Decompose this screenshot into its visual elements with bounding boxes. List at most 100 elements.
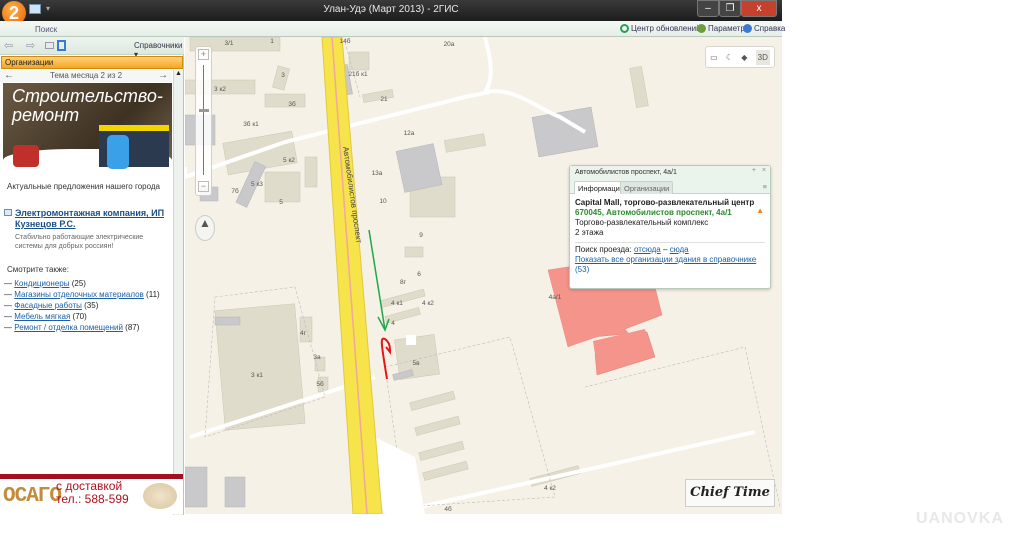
map-label: 10: [379, 198, 387, 205]
left-toolbar: ⇦ ⇨ Справочники ▾: [0, 37, 184, 59]
theme-of-month-nav: ← Тема месяца 2 из 2 →: [0, 70, 172, 82]
delivery-text: с доставкой тел.: 588-599: [56, 480, 129, 506]
organizations-header[interactable]: Организации: [1, 56, 183, 69]
list-item: — Кондиционеры (25): [4, 279, 86, 288]
title-bar: Улан-Удэ (Март 2013) - 2ГИС ▾ – ❐ x: [0, 0, 782, 21]
tab-organizations[interactable]: Организации: [620, 181, 674, 194]
see-also-link[interactable]: Фасадные работы: [14, 301, 82, 310]
theme-banner[interactable]: Строительство-ремонт: [3, 83, 172, 175]
building: [404, 246, 424, 258]
map-label: 5 к2: [283, 157, 295, 164]
route-from-link[interactable]: отсюда: [634, 245, 661, 254]
show-all-orgs-link[interactable]: Показать все организации здания в справо…: [575, 255, 756, 264]
directories-label: Справочники: [134, 41, 183, 50]
building: [414, 415, 461, 436]
restore-button[interactable]: ❐: [719, 0, 741, 17]
map-label: 14б: [340, 37, 351, 45]
building: [418, 440, 465, 461]
link-count: (11): [146, 290, 160, 299]
building: [264, 171, 301, 203]
quick-access-dropdown-icon[interactable]: ▾: [46, 4, 50, 13]
help-link[interactable]: Справка: [743, 24, 785, 33]
map-label: 5б: [316, 380, 324, 388]
building: [214, 316, 241, 326]
route-label: Поиск проезда:: [575, 245, 632, 254]
pin-icon[interactable]: +: [752, 167, 756, 174]
close-button[interactable]: x: [741, 0, 777, 17]
map-label: 6: [417, 271, 421, 278]
zoom-control[interactable]: + −: [195, 46, 212, 196]
updates-center-link[interactable]: Центр обновлений: [620, 24, 701, 33]
map-view[interactable]: 3/1 1 14б 20а 21б к1 3 3 к2 3б 3б к1 21 …: [185, 37, 782, 514]
refresh-icon: [620, 24, 629, 33]
company-link[interactable]: Электромонтажная компания, ИП Кузнецов Р…: [15, 208, 165, 230]
compass-icon[interactable]: ▲: [195, 215, 215, 241]
updates-label: Центр обновлений: [631, 24, 701, 33]
white-marker: [406, 335, 416, 345]
company-icon: [4, 209, 12, 216]
building: [395, 143, 443, 193]
3d-button[interactable]: 3D: [755, 49, 770, 65]
building: [629, 65, 649, 109]
page-view-icon[interactable]: [57, 40, 66, 51]
map-label: 3а: [313, 354, 321, 361]
tab-search[interactable]: Поиск: [35, 25, 57, 34]
see-also-link[interactable]: Кондиционеры: [14, 279, 69, 288]
prev-arrow-icon[interactable]: ←: [4, 70, 14, 82]
theme-label: Тема месяца 2 из 2: [49, 71, 123, 80]
warning-icon[interactable]: ▲: [756, 206, 764, 216]
route-to-link[interactable]: сюда: [670, 245, 689, 254]
minimize-button[interactable]: –: [697, 0, 719, 17]
map-label: 4г: [300, 330, 307, 337]
popup-tabs: Информация Организации ≡: [570, 180, 770, 194]
map-label: 4а/1: [549, 294, 562, 301]
building: [264, 93, 306, 108]
road: [483, 37, 493, 94]
osago-label: ОСАГО: [3, 485, 62, 508]
forward-icon[interactable]: ⇨: [26, 39, 35, 52]
map-label: 9: [419, 232, 423, 239]
list-view-icon[interactable]: [45, 42, 54, 49]
link-count: (25): [71, 279, 86, 288]
help-label: Справка: [754, 24, 786, 33]
map-label: 13а: [372, 170, 383, 177]
see-also-link[interactable]: Магазины отделочных материалов: [14, 290, 144, 299]
map-label: 3 к1: [251, 372, 263, 379]
map-tools: ▭ ☾ ◆ 3D: [705, 46, 775, 68]
map-label: 21: [380, 96, 388, 103]
zoom-in-button[interactable]: +: [198, 49, 209, 60]
left-scrollbar[interactable]: ▲ ▼: [173, 70, 183, 515]
banner-title: Строительство-ремонт: [12, 87, 163, 125]
back-icon[interactable]: ⇦: [4, 39, 13, 52]
map-label: 21б к1: [348, 70, 368, 78]
tabs-menu-icon[interactable]: ≡: [763, 182, 767, 191]
popup-header: Автомобилистов проспект, 4а/1 + ×: [570, 166, 770, 180]
scroll-up-icon[interactable]: ▲: [175, 70, 182, 77]
next-arrow-icon[interactable]: →: [158, 70, 168, 82]
map-label: 3б к1: [243, 120, 259, 128]
zoom-slider-handle[interactable]: [199, 109, 209, 112]
print-icon[interactable]: [29, 4, 41, 14]
night-mode-icon[interactable]: ☾: [726, 53, 733, 62]
ruler-icon[interactable]: ▭: [710, 53, 718, 62]
close-icon[interactable]: ×: [762, 167, 766, 174]
offers-heading: Актуальные предложения нашего города: [7, 182, 160, 191]
osago-banner[interactable]: ОСАГО с доставкой тел.: 588-599: [0, 474, 183, 514]
map-label: 4 к2: [422, 300, 434, 307]
list-item: — Магазины отделочных материалов (11): [4, 290, 160, 299]
building: [224, 476, 246, 508]
zoom-slider-track[interactable]: [203, 65, 204, 175]
popup-body: ▲ Capital Mall, торгово-развлекательный …: [570, 194, 770, 279]
see-also-list: — Кондиционеры (25) — Магазины отделочны…: [4, 278, 160, 333]
see-also-link[interactable]: Мебель мягкая: [14, 312, 70, 321]
delivery-phone: тел.: 588-599: [56, 492, 129, 506]
zoom-out-button[interactable]: −: [198, 181, 209, 192]
map-label: 3/1: [224, 40, 233, 47]
link-count: (35): [84, 301, 99, 310]
industrial-buildings: [185, 64, 599, 508]
see-also-link[interactable]: Ремонт / отделка помещений: [14, 323, 123, 332]
map-label: 4 к2: [544, 485, 556, 492]
building: [531, 106, 599, 158]
gloves-image: [107, 135, 129, 169]
layers-icon[interactable]: ◆: [741, 53, 747, 62]
